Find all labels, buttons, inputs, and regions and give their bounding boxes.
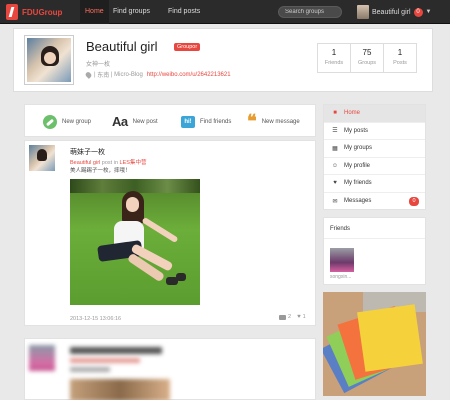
tab-find-posts[interactable]: Find posts — [163, 0, 205, 24]
friends-title: Friends — [324, 218, 425, 239]
profile-avatar — [25, 36, 73, 84]
sidebar-item-label: Home — [344, 110, 361, 117]
sidebar-item-my-posts[interactable]: ☰ My posts — [324, 123, 425, 140]
post-icon: Aa — [112, 114, 128, 129]
friend-avatar[interactable] — [330, 248, 354, 272]
stat-label: Groups — [357, 60, 377, 66]
microblog-label: Micro-Blog — [114, 71, 143, 78]
profile-separator: | — [110, 71, 113, 78]
notification-badge: 0 — [413, 7, 423, 17]
sidebar-item-my-profile[interactable]: ☺ My profile — [324, 158, 425, 175]
post-meta: Beautiful girl post in LES集中营 — [70, 158, 146, 166]
profile-separator: | — [94, 71, 96, 78]
sidebar-item-label: My groups — [344, 145, 373, 152]
decorative-image — [323, 292, 426, 396]
action-bar: New group Aa New post hi! Find friends ❝… — [24, 104, 316, 137]
profile-name: Beautiful girl — [86, 39, 158, 54]
post-title[interactable]: 萌妹子一枚 — [70, 147, 105, 157]
stat-label: Friends — [324, 60, 344, 66]
brand-logo-icon — [6, 4, 18, 20]
nav-username: Beautiful girl — [372, 8, 411, 16]
messages-badge: 0 — [409, 196, 419, 206]
post-body: 美人踢踢子一枚，摔哦！ — [70, 168, 131, 174]
action-label: Find friends — [200, 118, 232, 125]
sidebar-menu: ■ Home ☰ My posts ▦ My groups ☺ My profi… — [323, 104, 426, 210]
post-body-blurred — [70, 367, 110, 372]
post-timestamp: 2013-12-15 13:06:16 — [70, 316, 122, 322]
group-icon — [43, 114, 57, 129]
tab-home[interactable]: Home — [80, 0, 109, 24]
action-label: New post — [132, 118, 158, 125]
chevron-down-icon: ▼ — [425, 9, 432, 15]
feed-post: 萌妹子一枚 Beautiful girl post in LES集中营 美人踢踢… — [24, 140, 316, 326]
location-pin-icon — [84, 70, 93, 79]
stat-value: 75 — [362, 48, 372, 57]
post-photo[interactable] — [70, 179, 200, 305]
friends-icon: ♥ — [333, 180, 337, 187]
comment-count: 2 — [288, 314, 292, 320]
stat-value: 1 — [397, 48, 403, 57]
like-count: 1 — [302, 314, 306, 320]
profile-subtitle: 女神一枚 — [86, 62, 111, 68]
sidebar-item-messages[interactable]: ✉ Messages 0 — [324, 193, 425, 211]
photo-figure — [141, 216, 179, 244]
new-message-button[interactable]: ❝ New message — [247, 105, 300, 138]
tab-find-groups[interactable]: Find groups — [108, 0, 155, 24]
paper-swatch — [357, 304, 423, 372]
microblog-link[interactable]: http://weibo.com/u/2642213621 — [147, 72, 231, 78]
stat-value: 1 — [331, 48, 337, 57]
post-author-avatar[interactable] — [29, 345, 55, 371]
post-meta-blurred — [70, 358, 140, 363]
groups-icon: ▦ — [332, 145, 338, 152]
sidebar-item-label: My profile — [344, 162, 371, 169]
avatar — [357, 5, 369, 19]
new-group-button[interactable]: New group — [43, 105, 91, 138]
sidebar-item-label: My friends — [344, 180, 372, 187]
friend-name[interactable]: songxin... — [330, 274, 351, 280]
profile-icon: ☺ — [331, 162, 339, 169]
post-photo[interactable] — [70, 379, 170, 400]
sidebar-item-my-groups[interactable]: ▦ My groups — [324, 140, 425, 158]
brand-name: FDUGroup — [22, 7, 63, 17]
post-title-blurred — [70, 347, 162, 354]
message-icon: ❝ — [247, 110, 257, 131]
find-friends-icon: hi! — [181, 115, 195, 128]
feed-post — [24, 338, 316, 400]
sidebar-item-home[interactable]: ■ Home — [324, 105, 425, 123]
new-post-button[interactable]: Aa New post — [112, 105, 158, 138]
action-label: New message — [261, 118, 300, 125]
brand[interactable]: FDUGroup — [6, 3, 62, 21]
heart-icon[interactable]: ♥ — [297, 314, 301, 320]
post-author-avatar[interactable] — [29, 145, 55, 171]
photo-figure — [176, 273, 186, 281]
top-navbar: FDUGroup Home Find groups Find posts Bea… — [0, 0, 450, 24]
posts-icon: ☰ — [332, 128, 338, 135]
comment-icon[interactable] — [279, 314, 286, 320]
sidebar-item-my-friends[interactable]: ♥ My friends — [324, 175, 425, 193]
stat-friends[interactable]: 1 Friends — [318, 44, 351, 72]
role-badge: Groupor — [174, 43, 201, 51]
post-counts: 2 ♥ 1 — [279, 314, 306, 320]
messages-icon: ✉ — [332, 198, 338, 205]
photo-figure — [126, 197, 139, 212]
stat-posts[interactable]: 1 Posts — [384, 44, 416, 72]
sidebar-item-label: Messages — [344, 198, 372, 205]
sidebar-item-label: My posts — [344, 127, 369, 134]
stat-groups[interactable]: 75 Groups — [351, 44, 384, 72]
home-icon: ■ — [333, 110, 337, 117]
stat-label: Posts — [393, 60, 407, 66]
find-friends-button[interactable]: hi! Find friends — [181, 105, 231, 138]
action-label: New group — [62, 118, 92, 125]
search-input[interactable] — [278, 6, 342, 18]
profile-stats: 1 Friends 75 Groups 1 Posts — [317, 43, 417, 73]
user-menu[interactable]: Beautiful girl 0 ▼ — [357, 3, 431, 21]
profile-location: 东南 — [97, 73, 110, 79]
profile-meta: | 东南 | Micro-Blog http://weibo.com/u/264… — [84, 70, 231, 79]
profile-header: Beautiful girl Groupor 女神一枚 | 东南 | Micro… — [13, 28, 433, 92]
friends-panel: Friends songxin... — [323, 217, 426, 285]
